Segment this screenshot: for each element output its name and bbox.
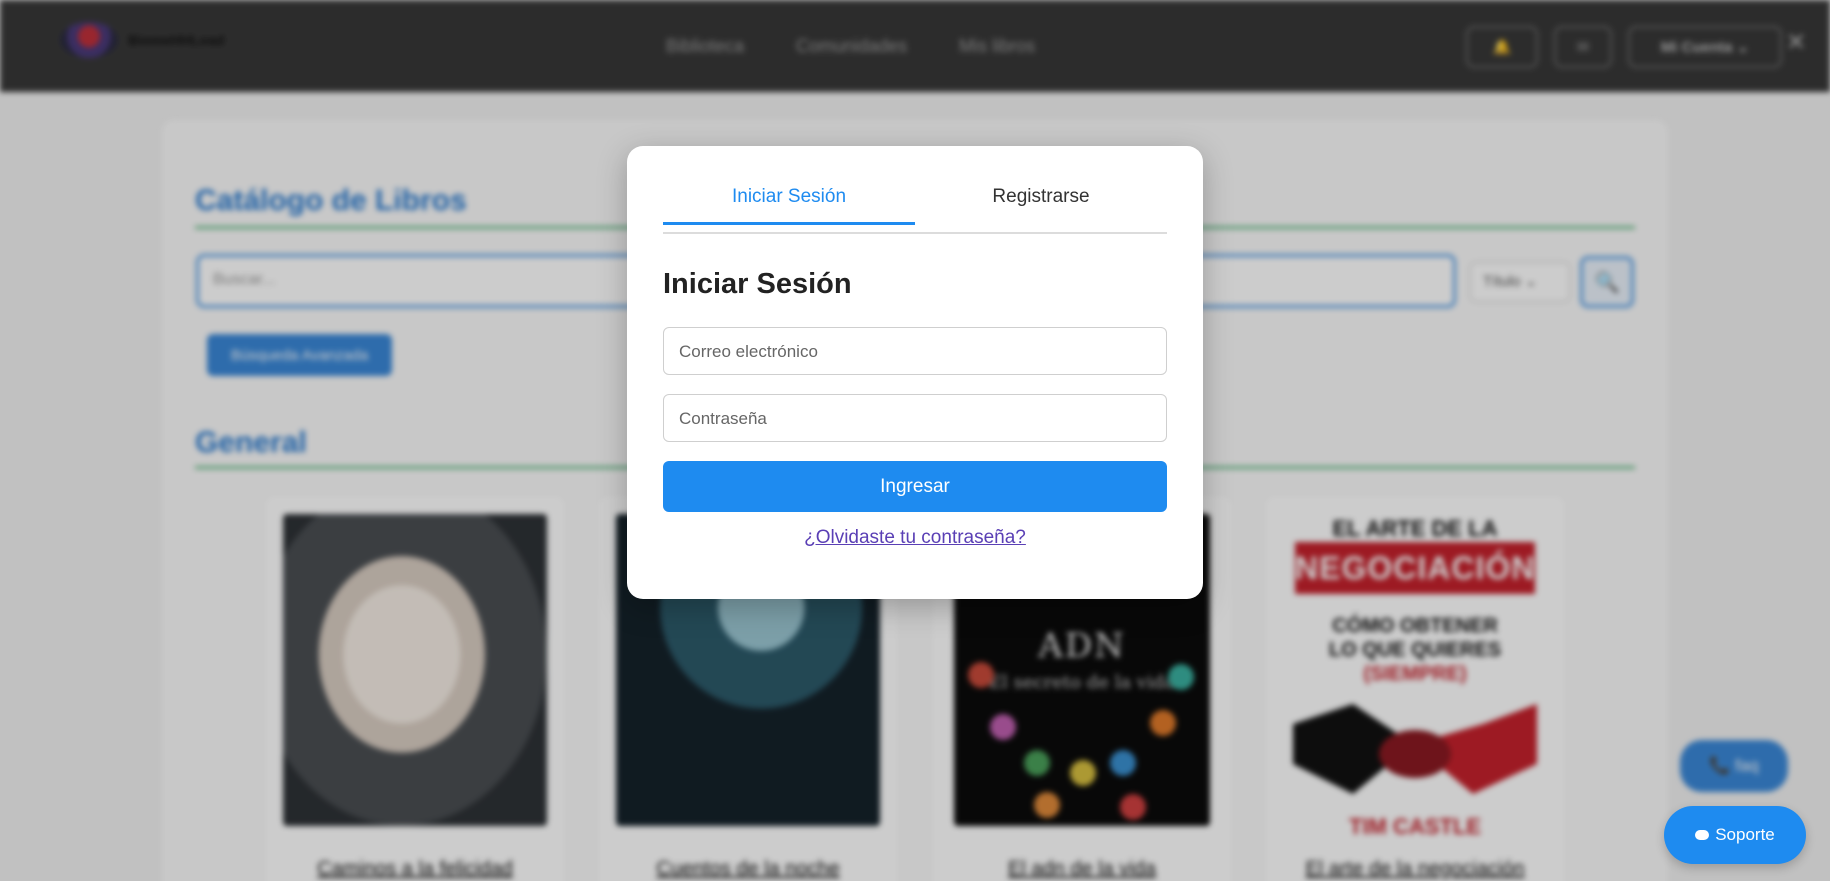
tab-register[interactable]: Registrarse — [915, 186, 1167, 222]
login-modal: Iniciar Sesión Registrarse Iniciar Sesió… — [627, 146, 1203, 599]
modal-heading: Iniciar Sesión — [663, 268, 852, 300]
support-label: Soporte — [1715, 825, 1775, 844]
tabs-divider — [663, 232, 1167, 234]
password-field[interactable]: Contraseña — [663, 394, 1167, 442]
support-button[interactable]: Soporte — [1664, 806, 1806, 864]
tab-login[interactable]: Iniciar Sesión — [663, 186, 915, 225]
login-button[interactable]: Ingresar — [663, 461, 1167, 512]
chat-bubble-icon — [1695, 830, 1710, 840]
email-field[interactable]: Correo electrónico — [663, 327, 1167, 375]
forgot-password-link[interactable]: ¿Olvidaste tu contraseña? — [627, 527, 1203, 549]
